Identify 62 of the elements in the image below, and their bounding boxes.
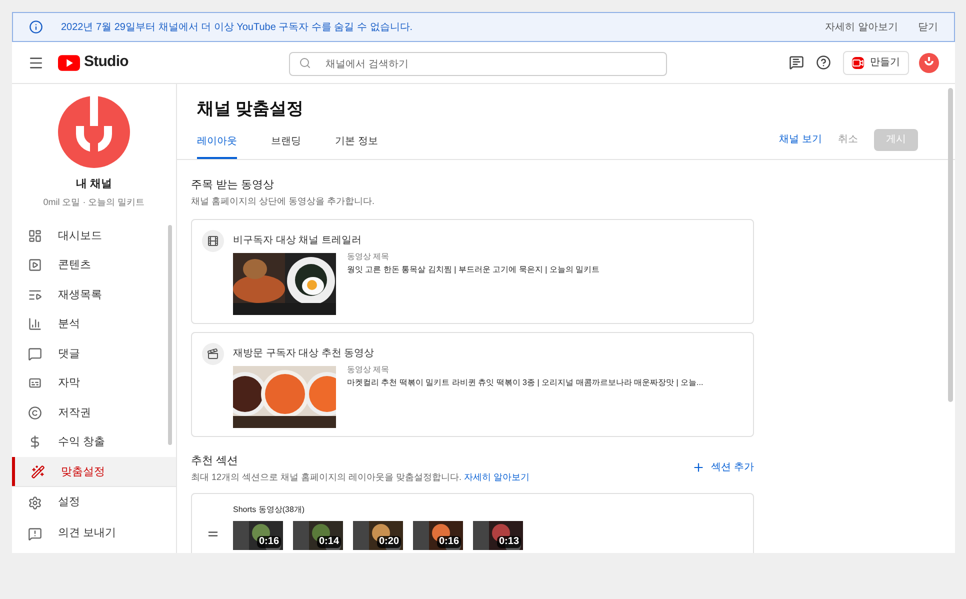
video-title: 마켓컬리 추천 떡볶이 밀키트 라비퀸 츄잇 떡볶이 3종 | 오리지널 매콤까르보나라 매운짜장맛 | 오늘... [347,376,704,388]
tab[interactable]: 레이아웃 [197,134,237,158]
section-subtitle: 채널 홈페이지의 상단에 동영상을 추가합니다. [191,195,376,208]
card-title: 비구독자 대상 채널 트레일러 [233,234,362,248]
video-title: 웡잇 고른 한돈 통목살 김치찜 | 부드러운 고기에 묵은지 | 오늘의 밀키트 [347,264,600,276]
shelf-title: Shorts 동영상(38개) [233,504,306,516]
scrollbar[interactable] [948,88,953,402]
view-channel-link[interactable]: 채널 보기 [779,132,822,147]
copyright-icon [28,406,42,420]
channel-subtitle: 0mil 오밀 · 오늘의 밀키트 [43,196,145,208]
nav-item[interactable]: 분석 [12,310,176,339]
search-field[interactable]: 채널에서 검색하기 [288,52,667,76]
magic-wand-icon [31,464,45,479]
dollar-icon [28,435,42,450]
nav-item[interactable]: 맞춤설정 [12,457,176,486]
nav-item[interactable]: 재생목록 [12,280,176,310]
play-logo-icon [58,54,80,70]
feedback-icon [28,526,42,540]
info-icon [29,20,43,34]
clapperboard-icon [207,348,219,360]
help-icon[interactable] [816,55,831,70]
section-title: 주목 받는 동영상 [191,178,276,192]
video-camera-icon [852,56,864,68]
card-title: 재방문 구독자 대상 추천 동영상 [233,347,374,361]
channel-avatar [58,96,130,168]
avatar-icon[interactable] [919,52,939,72]
search-icon [298,56,311,68]
logo-text: Studio [84,52,128,72]
video-library-icon [28,258,42,272]
section-title: 추천 섹션 [191,454,240,468]
field-label: 동영상 제목 [347,364,390,376]
comment-icon[interactable] [789,55,804,70]
playlist-icon [28,288,42,302]
nav-item[interactable]: 수익 창출 [12,428,176,457]
add-section-button[interactable]: 섹션 추가 [692,460,754,474]
page-title: 채널 맞춤설정 [197,98,305,120]
create-button[interactable]: 만들기 [843,50,909,74]
field-label: 동영상 제목 [347,250,390,262]
section-subtitle: 최대 12개의 섹션으로 채널 홈페이지의 레이아웃을 맞춤설정합니다. 자세히 알아보기 [191,471,531,484]
nav-item[interactable]: 콘텐츠 [12,250,176,280]
plus-icon [692,460,706,474]
nav-item[interactable]: 설정 [12,487,176,518]
dashboard-icon [28,228,42,243]
nav-item[interactable]: 댓글 [12,339,176,368]
nav-item[interactable]: 자막 [12,368,176,398]
learn-more-link[interactable]: 자세히 알아보기 [464,472,530,482]
film-icon [207,234,219,246]
nav-item[interactable]: 의견 보내기 [12,518,176,549]
close-button[interactable]: 닫기 [918,20,938,34]
scrollbar[interactable] [168,225,172,445]
learn-more-link[interactable]: 자세히 알아보기 [825,20,898,34]
nav-item[interactable]: 저작권 [12,398,176,428]
channel-name: 내 채널 [76,177,112,192]
tab[interactable]: 기본 정보 [335,134,378,158]
bar-chart-icon [28,317,42,332]
nav-item[interactable]: 대시보드 [12,221,176,250]
settings-icon [28,496,42,510]
captions-icon [28,376,42,390]
tab[interactable]: 브랜딩 [271,134,301,158]
comment-icon [28,346,42,361]
menu-icon[interactable] [28,54,44,70]
banner-message: 2022년 7월 29일부터 채널에서 더 이상 YouTube 구독자 수를 숨길 수 없습니다. [61,20,414,34]
